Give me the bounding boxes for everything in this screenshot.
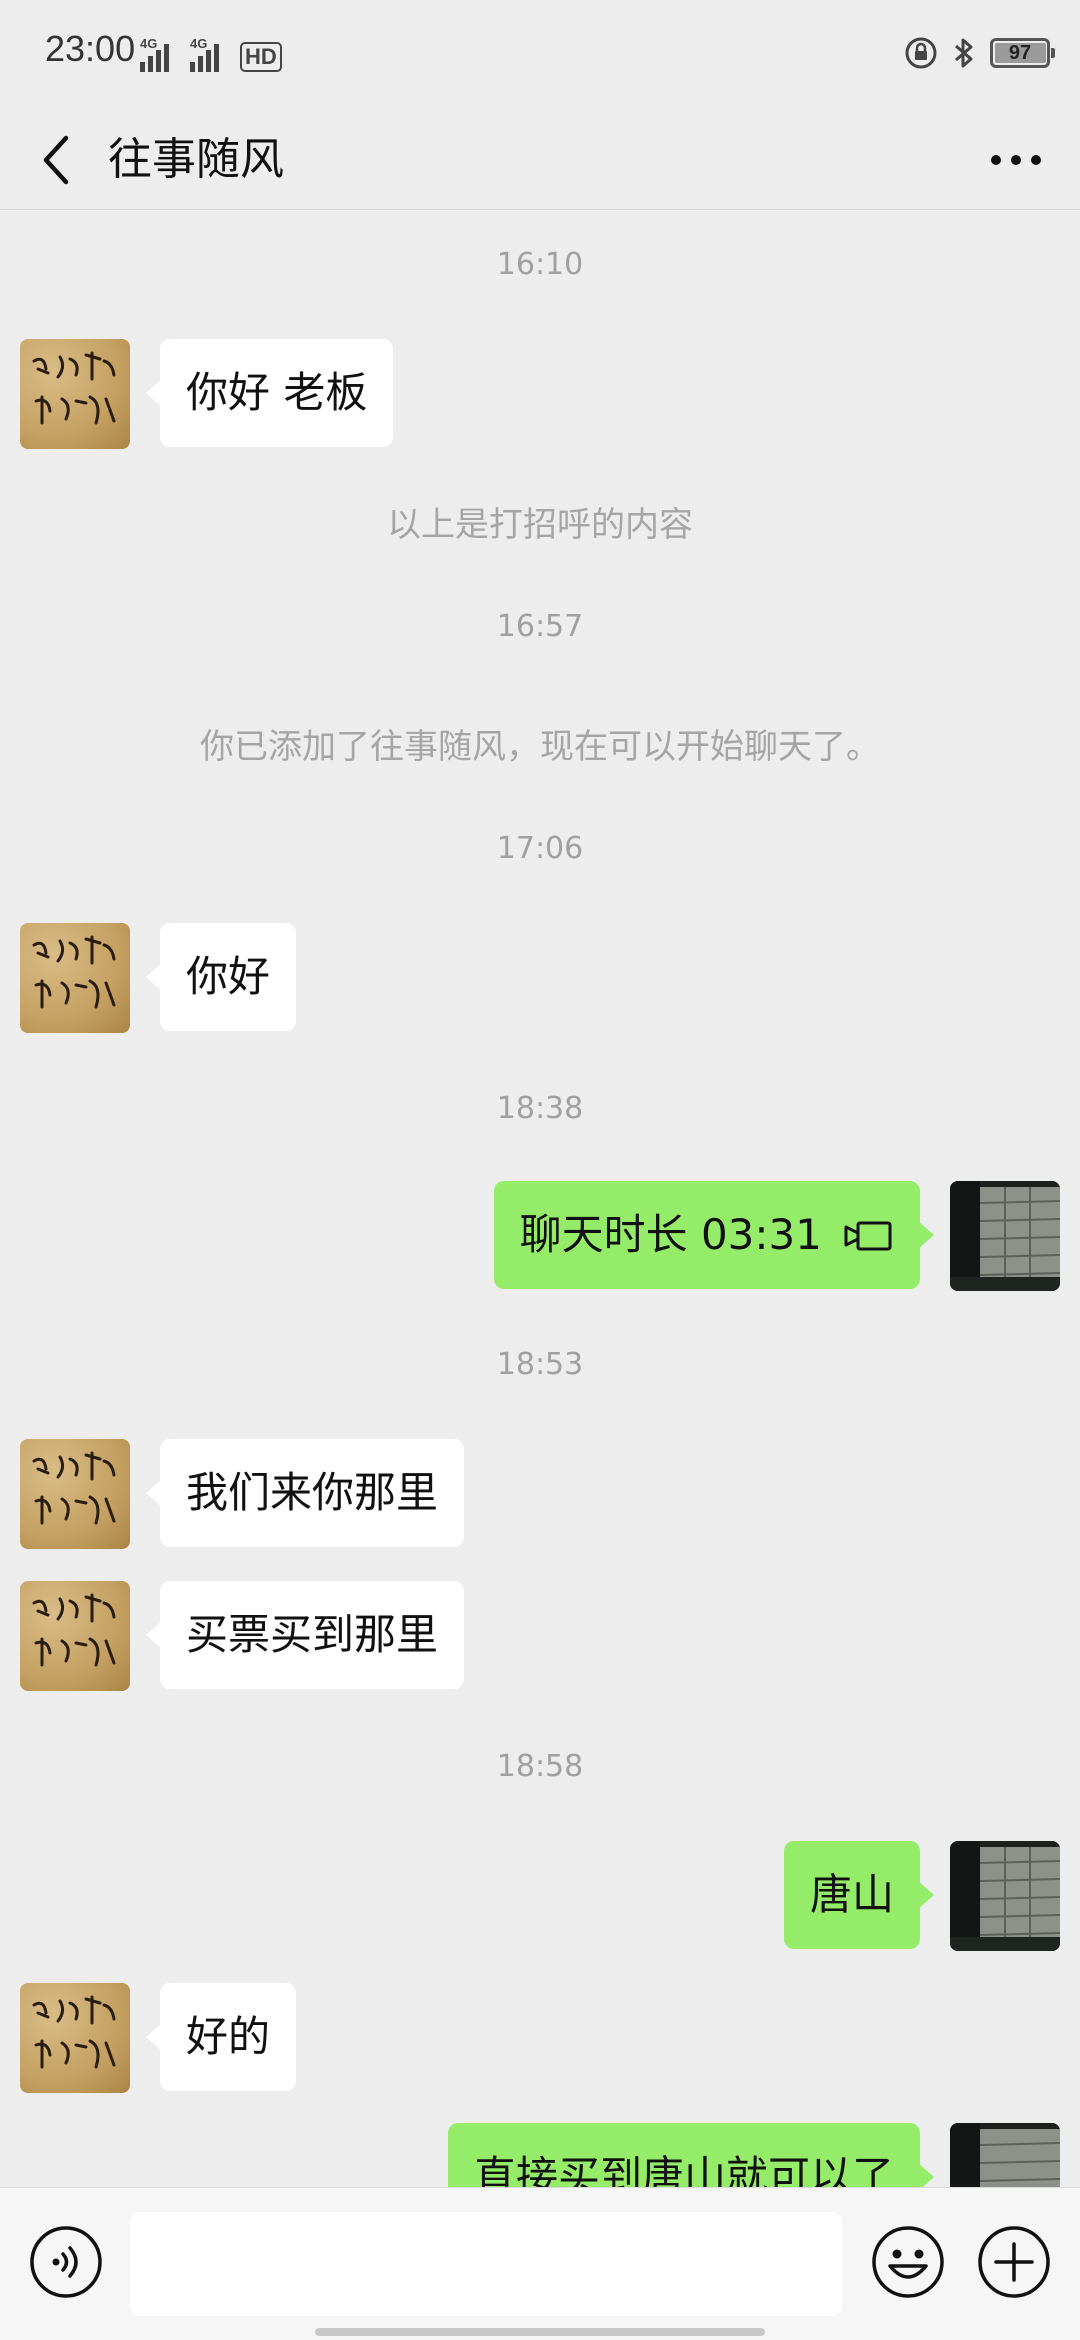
input-bar (0, 2187, 1080, 2340)
message-bubble-them[interactable]: 我们来你那里 (145, 1439, 465, 1547)
bluetooth-icon (955, 38, 973, 68)
contact-avatar[interactable] (20, 339, 130, 449)
status-bar: 23:00 4G 4G HD 97 (0, 0, 1080, 110)
timestamp: 17:06 (496, 831, 584, 866)
rotation-lock-icon (905, 37, 937, 69)
more-functions-button[interactable] (976, 2224, 1052, 2300)
message-bubble-them[interactable]: 买票买到那里 (145, 1581, 465, 1689)
signal-icon: 4G (140, 36, 180, 72)
timestamp: 16:10 (496, 247, 584, 282)
status-time: 23:00 (45, 28, 136, 69)
emoji-icon (872, 2226, 944, 2298)
message-list[interactable]: 16:10 你好 老板 以上是打招呼的内容 16:57 你已添加了往事随风，现在… (0, 211, 1080, 2187)
home-indicator[interactable] (315, 2328, 765, 2336)
contact-avatar[interactable] (20, 923, 130, 1033)
message-bubble-me[interactable]: 唐山 (783, 1841, 935, 1949)
wechat-chat-screen: 23:00 4G 4G HD 97 往事随风 16:10 你好 老板 以上是打招… (0, 0, 1080, 2340)
message-input[interactable] (130, 2212, 842, 2316)
message-bubble-them[interactable]: 好的 (145, 1983, 297, 2091)
video-call-icon (844, 1221, 892, 1251)
timestamp: 18:38 (496, 1091, 584, 1126)
timestamp: 16:57 (496, 609, 584, 644)
call-record-bubble[interactable]: 聊天时长 03:31 (493, 1181, 935, 1289)
voice-icon (30, 2226, 102, 2298)
status-icons-right: 97 (904, 36, 1055, 70)
system-message: 你已添加了往事随风，现在可以开始聊天了。 (200, 727, 880, 767)
message-bubble-them[interactable]: 你好 (145, 923, 297, 1031)
timestamp: 18:53 (496, 1347, 584, 1382)
timestamp: 18:58 (496, 1749, 584, 1784)
contact-avatar[interactable] (20, 1983, 130, 2093)
battery-level: 97 (1008, 42, 1032, 64)
more-dots-icon (991, 155, 1041, 165)
my-avatar[interactable] (950, 1181, 1060, 1291)
chat-header: 往事随风 (0, 110, 1080, 210)
call-duration-text: 聊天时长 03:31 (519, 1210, 822, 1259)
voice-button[interactable] (28, 2224, 104, 2300)
chevron-left-icon (43, 135, 69, 185)
emoji-button[interactable] (870, 2224, 946, 2300)
message-bubble-me[interactable]: 直接买到唐山就可以了 (447, 2123, 935, 2187)
my-avatar[interactable] (950, 1841, 1060, 1951)
chat-title: 往事随风 (108, 134, 284, 185)
contact-avatar[interactable] (20, 1439, 130, 1549)
more-button[interactable] (976, 128, 1056, 192)
plus-icon (978, 2226, 1050, 2298)
signal-group: 4G 4G HD (140, 36, 282, 72)
contact-avatar[interactable] (20, 1581, 130, 1691)
my-avatar[interactable] (950, 2123, 1060, 2187)
back-button[interactable] (24, 128, 88, 192)
message-bubble-them[interactable]: 你好 老板 (145, 339, 394, 447)
battery-icon: 97 (990, 38, 1055, 68)
system-message: 以上是打招呼的内容 (387, 505, 693, 545)
signal-icon: 4G (190, 36, 230, 72)
hd-icon: HD (240, 42, 282, 72)
